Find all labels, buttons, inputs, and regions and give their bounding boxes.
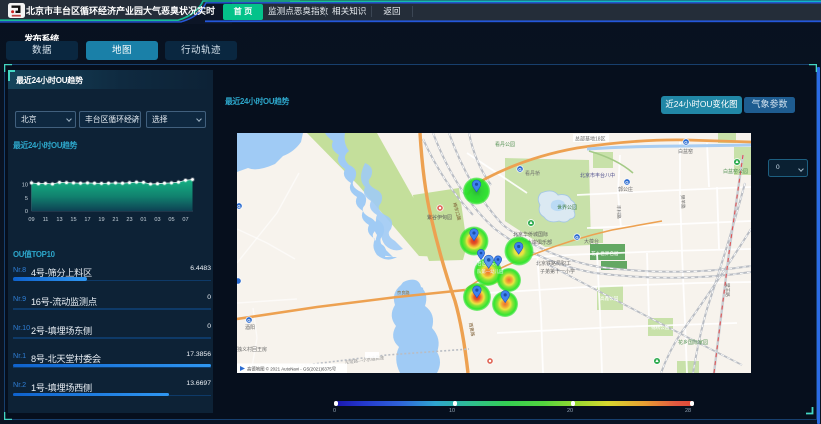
svg-text:看丹桥: 看丹桥 [525, 170, 540, 177]
svg-text:17: 17 [84, 217, 90, 223]
svg-text:G: G [518, 167, 522, 172]
svg-text:05: 05 [168, 217, 174, 223]
svg-text:G: G [237, 204, 241, 209]
svg-text:03: 03 [154, 217, 160, 223]
svg-text:13: 13 [56, 217, 62, 223]
svg-text:樊羊路: 樊羊路 [724, 283, 731, 297]
svg-text:09: 09 [28, 217, 34, 223]
svg-text:G: G [684, 140, 688, 145]
svg-text:紫谷伊甸园: 紫谷伊甸园 [427, 214, 452, 221]
svg-text:0: 0 [25, 209, 28, 215]
svg-text:11: 11 [43, 217, 49, 223]
svg-text:21: 21 [112, 217, 118, 223]
svg-text:独义村回王房: 独义村回王房 [237, 346, 267, 353]
svg-text:队第一幼儿园: 队第一幼儿园 [477, 268, 504, 275]
svg-text:5: 5 [25, 196, 28, 202]
svg-text:10: 10 [22, 183, 28, 189]
svg-text:大葆台: 大葆台 [584, 238, 599, 245]
svg-text:G: G [575, 235, 579, 240]
svg-text:23: 23 [126, 217, 132, 223]
svg-text:G: G [247, 318, 251, 323]
svg-text:07: 07 [182, 217, 188, 223]
svg-text:郭公庄: 郭公庄 [618, 186, 633, 193]
svg-text:锦绣公园: 锦绣公园 [651, 324, 670, 331]
svg-text:总部基地18区: 总部基地18区 [575, 136, 606, 143]
svg-text:京良路: 京良路 [397, 289, 410, 296]
svg-text:酒阳: 酒阳 [245, 324, 255, 331]
svg-text:15: 15 [70, 217, 76, 223]
svg-text:白盆窑: 白盆窑 [678, 148, 693, 155]
svg-text:花乡国际家园: 花乡国际家园 [678, 339, 708, 346]
svg-text:世界公园: 世界公园 [557, 204, 577, 211]
svg-text:看丹公园: 看丹公园 [495, 141, 515, 148]
svg-text:北京市丰台八中: 北京市丰台八中 [580, 172, 615, 179]
svg-text:高德地图 © 2021 AutoNavi - GS(2021: 高德地图 © 2021 AutoNavi - GS(2021)6375号 [247, 366, 337, 373]
svg-text:高鑫公园: 高鑫公园 [600, 295, 619, 302]
svg-text:花乡世界名居: 花乡世界名居 [591, 250, 619, 257]
svg-text:19: 19 [98, 217, 104, 223]
svg-text:白盆窑公园: 白盆窑公园 [723, 168, 748, 175]
svg-text:01: 01 [140, 217, 146, 223]
svg-text:G: G [625, 180, 629, 185]
svg-text:北京铁路局职工: 北京铁路局职工 [536, 260, 571, 267]
svg-text:子弟第十一小学: 子弟第十一小学 [540, 268, 575, 275]
